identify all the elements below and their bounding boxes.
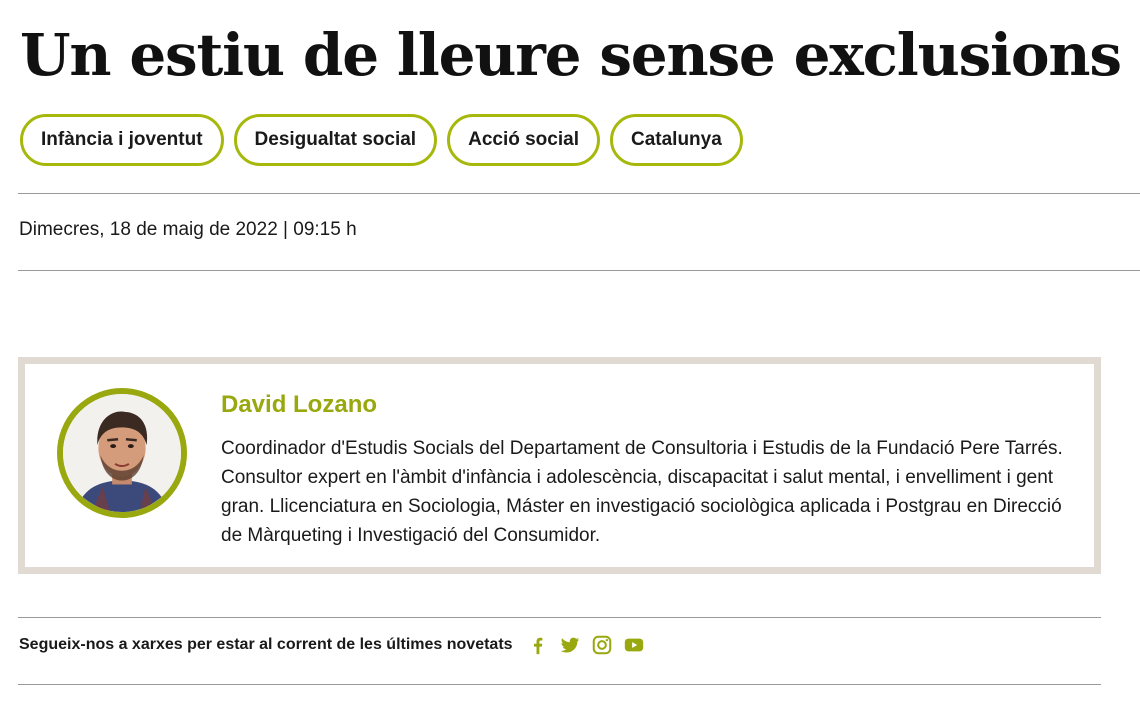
divider bbox=[18, 684, 1101, 685]
social-text: Segueix-nos a xarxes per estar al corren… bbox=[19, 636, 513, 653]
twitter-icon[interactable] bbox=[559, 634, 581, 656]
social-bar: Segueix-nos a xarxes per estar al corren… bbox=[19, 634, 655, 656]
publish-date: Dimecres, 18 de maig de 2022 | 09:15 h bbox=[19, 219, 357, 240]
author-photo bbox=[63, 394, 181, 512]
author-card: David Lozano Coordinador d'Estudis Socia… bbox=[18, 357, 1101, 574]
tag-list: Infància i joventut Desigualtat social A… bbox=[20, 114, 743, 166]
tag-accio-social[interactable]: Acció social bbox=[447, 114, 600, 166]
tag-desigualtat-social[interactable]: Desigualtat social bbox=[233, 114, 438, 166]
youtube-icon[interactable] bbox=[623, 634, 645, 656]
divider bbox=[18, 270, 1140, 271]
tag-infancia-joventut[interactable]: Infància i joventut bbox=[20, 114, 224, 166]
divider bbox=[18, 617, 1101, 618]
tag-catalunya[interactable]: Catalunya bbox=[609, 114, 743, 166]
instagram-icon[interactable] bbox=[591, 634, 613, 656]
facebook-icon[interactable] bbox=[527, 634, 549, 656]
author-bio: Coordinador d'Estudis Socials del Depart… bbox=[221, 438, 1063, 546]
page-title: Un estiu de lleure sense exclusions bbox=[20, 21, 1122, 89]
author-avatar bbox=[57, 388, 187, 518]
divider bbox=[18, 193, 1140, 194]
author-name: David Lozano bbox=[221, 391, 378, 418]
